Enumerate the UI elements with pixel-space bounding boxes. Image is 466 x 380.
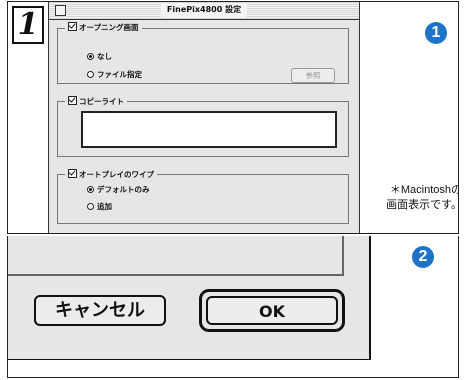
step-panel-closeup: キャンセル OK [7, 236, 459, 378]
callout-number-1: 1 [425, 22, 447, 44]
autoplay-wipe-checkbox[interactable]: オートプレイのワイプ [65, 169, 157, 180]
settings-dialog: FinePix4800 設定 オープニング画面 なし ファイル指定 参照 コピー… [48, 2, 360, 233]
group-frame-edge [8, 236, 344, 276]
note-line-2: 画面表示です。 [386, 199, 459, 211]
autoplay-wipe-label: オートプレイのワイプ [79, 170, 154, 179]
step-number-badge: 1 [12, 6, 44, 44]
radio-none-label: なし [97, 52, 112, 61]
browse-button[interactable]: 参照 [291, 68, 335, 83]
radio-unselected-icon [87, 71, 94, 78]
checkmark-icon [68, 96, 77, 105]
radio-default-only[interactable]: デフォルトのみ [87, 185, 150, 195]
dialog-title: FinePix4800 設定 [160, 3, 248, 17]
opening-screen-checkbox[interactable]: オープニング画面 [65, 22, 142, 33]
radio-default-only-label: デフォルトのみ [97, 185, 150, 194]
radio-add[interactable]: 追加 [87, 202, 112, 212]
copyright-checkbox[interactable]: コピーライト [65, 96, 127, 107]
dialog-closeup: キャンセル OK [8, 236, 371, 360]
radio-file-specify[interactable]: ファイル指定 [87, 70, 142, 80]
checkmark-icon [68, 169, 77, 178]
radio-selected-icon [87, 186, 94, 193]
radio-unselected-icon [87, 203, 94, 210]
ok-default-ring: OK [199, 289, 345, 332]
radio-none[interactable]: なし [87, 52, 112, 62]
radio-add-label: 追加 [97, 202, 112, 211]
note-line-1: ＊Macintoshの [389, 184, 459, 196]
autoplay-wipe-group [57, 174, 349, 224]
dialog-titlebar[interactable]: FinePix4800 設定 [49, 2, 359, 20]
copyright-text-field[interactable] [81, 111, 337, 148]
cancel-button[interactable]: キャンセル [34, 295, 166, 326]
ok-button[interactable]: OK [206, 296, 338, 325]
close-box-icon[interactable] [55, 5, 66, 16]
checkmark-icon [68, 22, 77, 31]
mac-display-note: ＊Macintoshの 画面表示です。 [358, 183, 459, 213]
copyright-label: コピーライト [79, 97, 124, 106]
callout-number-2: 2 [412, 246, 434, 268]
radio-file-specify-label: ファイル指定 [97, 70, 142, 79]
opening-screen-label: オープニング画面 [79, 23, 139, 32]
step-panel-dialog: 1 FinePix4800 設定 オープニング画面 なし ファイル指定 参照 コ… [7, 1, 459, 234]
radio-selected-icon [87, 53, 94, 60]
